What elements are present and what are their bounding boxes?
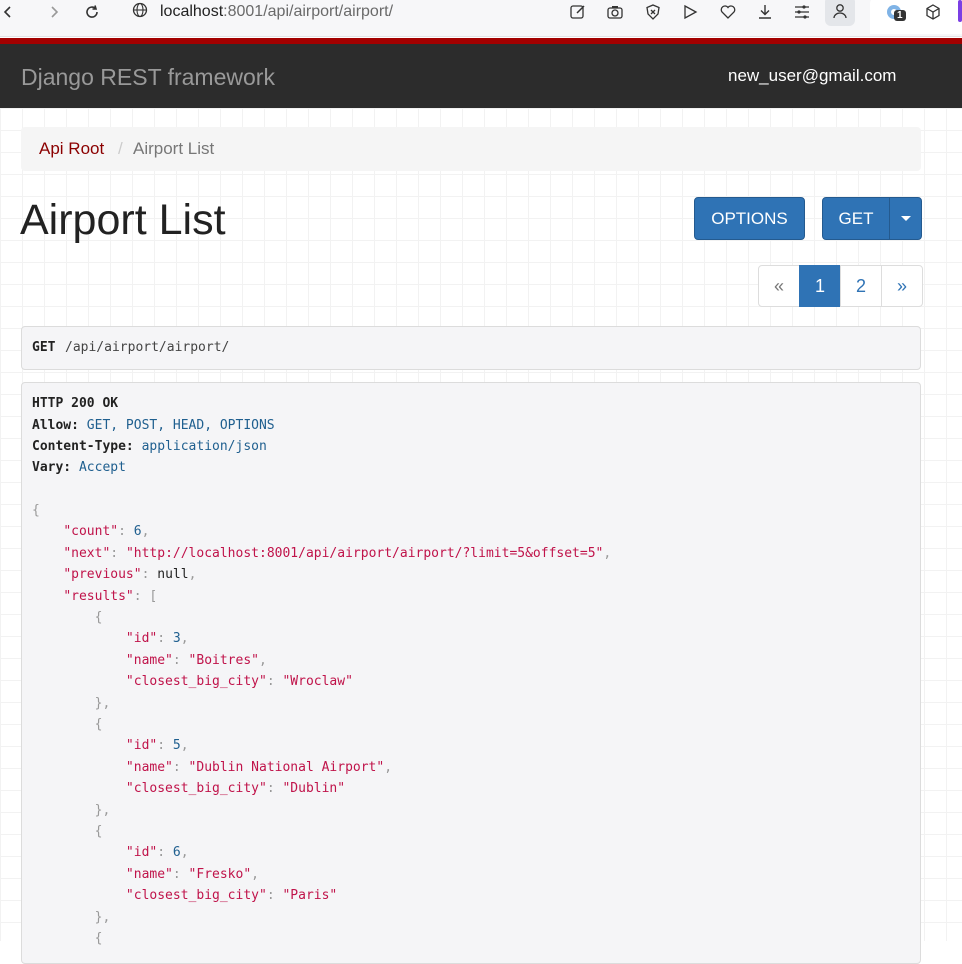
url-host: localhost — [160, 3, 224, 20]
person-icon — [833, 4, 847, 19]
json-count: "count": 6, — [63, 524, 150, 539]
pagination-page-1[interactable]: 1 — [799, 265, 841, 307]
url-path: :8001/api/airport/airport/ — [223, 3, 394, 20]
browser-toolbar: localhost:8001/api/airport/airport/ 1 — [0, 0, 962, 37]
pagination-next[interactable]: » — [881, 265, 923, 307]
json-item-open: { — [32, 610, 103, 625]
json-item-id: "id": 5, — [125, 738, 189, 753]
user-menu[interactable]: new_user@gmail.com — [728, 66, 896, 86]
json-item-close: }, — [32, 803, 111, 818]
json-item-id: "id": 6, — [125, 845, 189, 860]
json-item-name: "name": "Boitres", — [125, 653, 267, 668]
breadcrumb-current: Airport List — [133, 139, 215, 158]
pagination: « 1 2 » — [758, 265, 923, 307]
json-item-city: "closest_big_city": "Paris" — [125, 888, 338, 903]
shield-block-icon[interactable] — [641, 0, 665, 24]
json-item-name: "name": "Fresko", — [125, 867, 259, 882]
json-item-close: }, — [32, 696, 111, 711]
globe-icon — [132, 2, 148, 23]
download-icon[interactable] — [753, 0, 777, 24]
reload-icon[interactable] — [80, 0, 104, 24]
json-item-city: "closest_big_city": "Dublin" — [125, 781, 346, 796]
header-vary: Vary: Accept — [32, 460, 126, 475]
caret-down-icon — [900, 216, 911, 221]
breadcrumb: Api Root / Airport List — [21, 127, 921, 171]
request-info: GET /api/airport/airport/ — [21, 326, 921, 370]
request-method: GET — [32, 340, 56, 355]
json-item-open: { — [32, 717, 103, 732]
json-previous: "previous": null, — [63, 567, 197, 582]
header-content-type: Content-Type: application/json — [32, 439, 267, 454]
navbar-brand[interactable]: Django REST framework — [21, 64, 275, 91]
json-item-open: { — [32, 824, 103, 839]
edit-icon[interactable] — [566, 0, 590, 24]
json-item-id: "id": 3, — [125, 631, 189, 646]
json-item-name: "name": "Dublin National Airport", — [125, 760, 393, 775]
breadcrumb-api-root[interactable]: Api Root — [39, 139, 104, 159]
forward-icon[interactable] — [42, 0, 66, 24]
page-title: Airport List — [20, 196, 226, 244]
extension-badge: 1 — [894, 10, 906, 21]
sliders-icon[interactable] — [790, 0, 814, 24]
response-status: HTTP 200 OK — [32, 396, 119, 411]
json-item-open: { — [32, 931, 103, 946]
response-info: HTTP 200 OK Allow: GET, POST, HEAD, OPTI… — [21, 382, 921, 964]
window-edge — [958, 0, 962, 22]
json-next: "next": "http://localhost:8001/api/airpo… — [63, 546, 612, 561]
pagination-prev[interactable]: « — [758, 265, 800, 307]
json-open-brace: { — [32, 503, 40, 518]
breadcrumb-separator: / — [118, 139, 123, 158]
json-item-close: }, — [32, 910, 111, 925]
camera-icon[interactable] — [603, 0, 627, 24]
address-bar[interactable]: localhost:8001/api/airport/airport/ — [132, 0, 393, 24]
request-path: /api/airport/airport/ — [65, 340, 230, 355]
cube-icon[interactable] — [921, 0, 945, 24]
pagination-page-2[interactable]: 2 — [840, 265, 882, 307]
header-allow: Allow: GET, POST, HEAD, OPTIONS — [32, 418, 275, 433]
options-button[interactable]: OPTIONS — [694, 197, 805, 240]
get-format-dropdown[interactable] — [889, 197, 922, 240]
get-button[interactable]: GET — [822, 197, 890, 240]
navbar: Django REST framework new_user@gmail.com — [0, 44, 962, 108]
profile-button[interactable] — [825, 0, 855, 26]
play-icon[interactable] — [678, 0, 702, 24]
json-results: "results": [ — [63, 589, 158, 604]
heart-icon[interactable] — [716, 0, 740, 24]
json-item-city: "closest_big_city": "Wroclaw" — [125, 674, 353, 689]
back-icon[interactable] — [0, 0, 20, 24]
